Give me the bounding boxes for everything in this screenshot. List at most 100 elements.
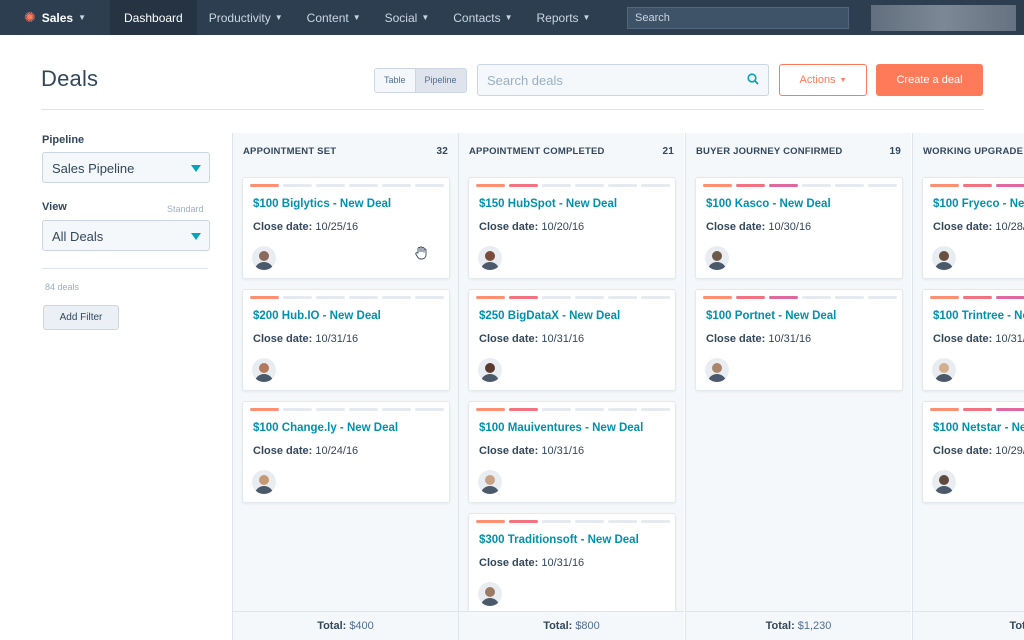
deal-card[interactable]: $300 Traditionsoft - New Deal Close date:… xyxy=(468,513,676,615)
close-date-value: 10/30/16 xyxy=(768,221,812,233)
person-avatar-icon xyxy=(252,246,276,270)
deal-title-link[interactable]: $100 Biglytics - New Deal xyxy=(253,198,391,210)
deal-owner-avatar[interactable] xyxy=(252,358,276,382)
column-total: Total: $800 xyxy=(459,611,684,640)
deal-card[interactable]: $150 HubSpot - New Deal Close date: 10/20… xyxy=(468,177,676,279)
stage-progress xyxy=(703,296,897,299)
column-total-value: $1,230 xyxy=(797,620,832,632)
nav-item-dashboard[interactable]: Dashboard xyxy=(110,0,197,35)
stage-progress xyxy=(476,184,670,187)
deal-owner-avatar[interactable] xyxy=(252,470,276,494)
actions-button[interactable]: Actions ▼ xyxy=(779,64,867,96)
nav-item-productivity[interactable]: Productivity ▼ xyxy=(197,0,295,35)
deal-owner-avatar[interactable] xyxy=(705,246,729,270)
stage-progress-segment xyxy=(476,184,505,187)
person-avatar-icon xyxy=(932,470,956,494)
close-date-value: 10/28/16 xyxy=(995,221,1024,233)
stage-progress xyxy=(476,520,670,523)
deal-card[interactable]: $100 Portnet - New Deal Close date: 10/31… xyxy=(695,289,903,391)
stage-progress-segment xyxy=(349,184,378,187)
deal-card[interactable]: $100 Fryeco - New Deal Close date: 10/28/… xyxy=(922,177,1024,279)
pipeline-select-value: Sales Pipeline xyxy=(52,161,135,176)
deal-card[interactable]: $100 Netstar - New Deal Close date: 10/29… xyxy=(922,401,1024,503)
deal-owner-avatar[interactable] xyxy=(932,358,956,382)
deal-title-link[interactable]: $200 Hub.IO - New Deal xyxy=(253,310,381,322)
column-total: Total: $400 xyxy=(233,611,458,640)
column-total-label: Total: xyxy=(765,620,795,632)
view-table-button[interactable]: Table xyxy=(375,69,415,92)
nav-item-contacts[interactable]: Contacts ▼ xyxy=(441,0,524,35)
column-total-label: Total: xyxy=(317,620,347,632)
nav-item-label: Productivity xyxy=(208,10,271,25)
stage-progress-segment xyxy=(575,296,604,299)
deal-title-link[interactable]: $100 Portnet - New Deal xyxy=(706,310,836,322)
close-date-value: 10/31/16 xyxy=(541,557,585,569)
search-deals-input[interactable]: Search deals xyxy=(477,64,769,96)
deal-title-link[interactable]: $300 Traditionsoft - New Deal xyxy=(479,534,639,546)
deal-card[interactable]: $100 Change.ly - New Deal Close date: 10/… xyxy=(242,401,450,503)
stage-progress-segment xyxy=(509,408,538,411)
add-filter-button[interactable]: Add Filter xyxy=(43,305,119,330)
pipeline-column: BUYER JOURNEY CONFIRMED 19 $100 Kasco - Ne… xyxy=(685,133,911,640)
global-search-input[interactable]: Search xyxy=(627,7,849,29)
deal-card[interactable]: $100 Trintree - New Deal Close date: 10/3… xyxy=(922,289,1024,391)
deal-owner-avatar[interactable] xyxy=(478,582,502,606)
deal-title-link[interactable]: $100 Fryeco - New Deal xyxy=(933,198,1024,210)
column-count: 21 xyxy=(662,145,674,157)
deal-close-date: Close date: 10/25/16 xyxy=(253,221,358,233)
close-date-value: 10/20/16 xyxy=(541,221,585,233)
person-avatar-icon xyxy=(478,582,502,606)
person-avatar-icon xyxy=(252,470,276,494)
stage-progress-segment xyxy=(575,184,604,187)
stage-progress-segment xyxy=(509,184,538,187)
nav-item-reports[interactable]: Reports ▼ xyxy=(525,0,603,35)
close-date-label: Close date: xyxy=(933,333,993,345)
deal-card[interactable]: $200 Hub.IO - New Deal Close date: 10/31/… xyxy=(242,289,450,391)
person-avatar-icon xyxy=(252,358,276,382)
column-total-value: $800 xyxy=(575,620,600,632)
stage-progress-segment xyxy=(996,184,1024,187)
deal-title-link[interactable]: $100 Kasco - New Deal xyxy=(706,198,831,210)
column-total: Total: $1,230 xyxy=(686,611,911,640)
nav-item-social[interactable]: Social ▼ xyxy=(373,0,442,35)
deal-title-link[interactable]: $100 Trintree - New Deal xyxy=(933,310,1024,322)
deal-close-date: Close date: 10/31/16 xyxy=(479,557,584,569)
deal-close-date: Close date: 10/24/16 xyxy=(253,445,358,457)
deal-title-link[interactable]: $250 BigDataX - New Deal xyxy=(479,310,620,322)
deal-owner-avatar[interactable] xyxy=(932,246,956,270)
search-icon[interactable] xyxy=(747,73,759,88)
account-menu[interactable] xyxy=(871,5,1016,31)
deal-card[interactable]: $100 Mauiventures - New Deal Close date: … xyxy=(468,401,676,503)
stage-progress-segment xyxy=(316,296,345,299)
deal-owner-avatar[interactable] xyxy=(252,246,276,270)
pipeline-label: Pipeline xyxy=(42,134,85,146)
deal-title-link[interactable]: $100 Change.ly - New Deal xyxy=(253,422,398,434)
close-date-value: 10/24/16 xyxy=(315,445,359,457)
deal-owner-avatar[interactable] xyxy=(705,358,729,382)
column-total-label: Total: xyxy=(1009,620,1024,632)
deal-card[interactable]: $100 Biglytics - New Deal Close date: 10/… xyxy=(242,177,450,279)
stage-progress-segment xyxy=(608,296,637,299)
deal-card[interactable]: $100 Kasco - New Deal Close date: 10/30/1… xyxy=(695,177,903,279)
view-select[interactable]: All Deals xyxy=(42,220,210,251)
view-pipeline-button[interactable]: Pipeline xyxy=(414,69,466,92)
deal-owner-avatar[interactable] xyxy=(478,358,502,382)
nav-item-label: Social xyxy=(384,10,418,25)
create-deal-button[interactable]: Create a deal xyxy=(876,64,983,96)
deal-close-date: Close date: 10/30/16 xyxy=(706,221,811,233)
brand-menu[interactable]: ✺ Sales ▼ xyxy=(0,0,110,35)
deal-card[interactable]: $250 BigDataX - New Deal Close date: 10/3… xyxy=(468,289,676,391)
stage-progress-segment xyxy=(868,296,897,299)
deal-owner-avatar[interactable] xyxy=(478,246,502,270)
close-date-value: 10/31/16 xyxy=(315,333,359,345)
deal-owner-avatar[interactable] xyxy=(478,470,502,494)
deal-title-link[interactable]: $150 HubSpot - New Deal xyxy=(479,198,617,210)
deal-title-link[interactable]: $100 Netstar - New Deal xyxy=(933,422,1024,434)
deal-title-link[interactable]: $100 Mauiventures - New Deal xyxy=(479,422,643,434)
pipeline-select[interactable]: Sales Pipeline xyxy=(42,152,210,183)
nav-item-content[interactable]: Content ▼ xyxy=(295,0,373,35)
stage-progress-segment xyxy=(283,296,312,299)
close-date-value: 10/31/16 xyxy=(768,333,812,345)
deal-close-date: Close date: 10/29/16 xyxy=(933,445,1024,457)
deal-owner-avatar[interactable] xyxy=(932,470,956,494)
